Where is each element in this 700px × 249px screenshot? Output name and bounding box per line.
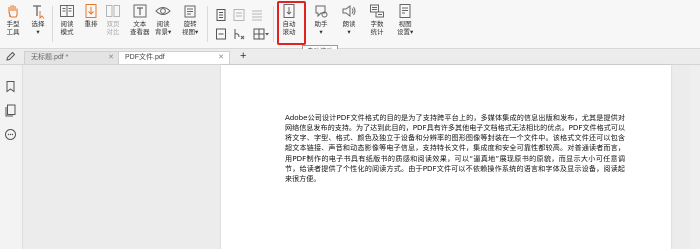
document-page: Adobe公司设计PDF文件格式的目的是为了支持跨平台上的，多媒体集成的信息出版…	[221, 65, 671, 249]
select-label: 选择 ▾	[31, 21, 45, 36]
hand-tool-label: 手型 工具	[6, 21, 20, 36]
chevron-down-icon[interactable]	[264, 29, 270, 39]
tab-untitled[interactable]: 无标题.pdf * ✕	[24, 51, 120, 64]
compare-pages-icon	[106, 5, 120, 17]
ribbon-toolbar: 手型 工具 选择 ▾ 阅读 模式 重排 双页 对比 文本 查看器 阅读 背景▾ …	[0, 0, 700, 49]
continuous-view-icon[interactable]	[232, 8, 246, 22]
text-select-icon	[33, 5, 45, 19]
document-tab-bar: 无标题.pdf * ✕ PDF文件.pdf ✕ +	[0, 49, 700, 65]
text-viewer-icon	[133, 4, 147, 18]
tab-label: PDF文件.pdf	[125, 54, 165, 61]
tab-label: 无标题.pdf *	[31, 54, 69, 61]
eye-icon	[155, 7, 171, 15]
rotate-view-button[interactable]: 旋转 视图▾	[182, 3, 198, 45]
text-viewer-button[interactable]: 文本 查看器	[130, 3, 150, 45]
close-icon[interactable]: ✕	[218, 52, 224, 64]
ribbon-separator	[273, 6, 274, 42]
assistant-label: 助手 ▾	[314, 21, 328, 36]
select-button[interactable]: 选择 ▾	[30, 3, 46, 45]
assistant-icon	[315, 5, 328, 18]
bookmark-icon[interactable]	[4, 80, 17, 93]
comments-icon[interactable]	[4, 128, 17, 141]
tab-pdf-file[interactable]: PDF文件.pdf ✕	[118, 51, 230, 64]
close-icon[interactable]: ✕	[108, 52, 114, 64]
read-aloud-button[interactable]: 朗读 ▾	[341, 3, 357, 45]
page-layout-icon[interactable]	[214, 27, 228, 41]
speaker-icon	[342, 5, 356, 17]
read-background-button[interactable]: 阅读 背景▾	[155, 3, 171, 45]
view-settings-button[interactable]: 视图 设置▾	[397, 3, 413, 45]
read-mode-icon	[60, 5, 74, 17]
text-direction-icon[interactable]	[232, 27, 246, 41]
hand-tool-button[interactable]: 手型 工具	[5, 3, 21, 45]
rotate-view-label: 旋转 视图▾	[182, 21, 199, 36]
compare-pages-button[interactable]: 双页 对比	[105, 3, 121, 45]
word-count-icon	[370, 4, 384, 18]
hand-icon	[8, 5, 18, 18]
document-paragraph: Adobe公司设计PDF文件格式的目的是为了支持跨平台上的，多媒体集成的信息出版…	[285, 113, 625, 183]
text-viewer-label: 文本 查看器	[130, 21, 150, 36]
reflow-icon	[85, 4, 97, 18]
word-count-button[interactable]: 字数 统计	[369, 3, 385, 45]
ribbon-separator	[52, 6, 53, 42]
read-aloud-label: 朗读 ▾	[342, 21, 356, 36]
ribbon-separator	[207, 6, 208, 42]
read-background-label: 阅读 背景▾	[155, 21, 172, 36]
read-mode-button[interactable]: 阅读 模式	[59, 3, 75, 45]
assistant-button[interactable]: 助手 ▾	[313, 3, 329, 45]
word-count-label: 字数 统计	[370, 21, 384, 36]
two-page-view-icon[interactable]	[250, 8, 264, 22]
reflow-button[interactable]: 重排	[83, 3, 99, 45]
reflow-label: 重排	[84, 21, 98, 28]
thumbnails-icon[interactable]	[4, 104, 17, 117]
compare-pages-label: 双页 对比	[106, 21, 120, 36]
view-settings-icon	[399, 4, 411, 18]
single-page-view-icon[interactable]	[214, 8, 228, 22]
edit-icon[interactable]	[5, 51, 16, 62]
left-sidebar	[0, 65, 23, 249]
view-settings-label: 视图 设置▾	[397, 21, 414, 36]
rotate-view-icon	[184, 5, 196, 18]
new-tab-button[interactable]: +	[240, 49, 246, 63]
auto-scroll-highlight	[277, 1, 306, 45]
read-mode-label: 阅读 模式	[60, 21, 74, 36]
vertical-scrollbar[interactable]	[690, 65, 700, 249]
